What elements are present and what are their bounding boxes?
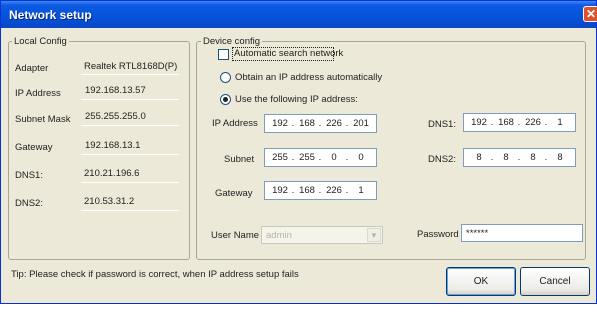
- password-value: ******: [466, 228, 489, 239]
- username-dropdown-button[interactable]: ▼: [367, 228, 381, 242]
- tip-text: Tip: Please check if password is correct…: [11, 269, 299, 280]
- device-dns2-input[interactable]: 8 . 8 . 8 . 8: [463, 148, 576, 167]
- dns2-octet-2: 8: [503, 152, 509, 163]
- username-value: admin: [266, 230, 292, 241]
- gateway-dot: .: [345, 185, 349, 196]
- auto-search-label[interactable]: Automatic search network: [234, 48, 343, 59]
- dns2-octet-3: 8: [530, 152, 536, 163]
- subnet-dot: .: [291, 152, 295, 163]
- local-subnet-label: Subnet Mask: [15, 114, 71, 125]
- cancel-button-label: Cancel: [539, 276, 571, 287]
- subnet-dot: .: [318, 152, 322, 163]
- close-icon: ✕: [585, 7, 597, 21]
- gateway-octet-1: 192: [272, 185, 288, 196]
- adapter-divider: [81, 74, 179, 75]
- ip-octet-2: 168: [299, 118, 315, 129]
- window-title: Network setup: [9, 8, 92, 22]
- adapter-value: Realtek RTL8168D(P): [84, 61, 178, 72]
- dns2-octet-1: 8: [476, 152, 482, 163]
- chevron-down-icon: ▼: [370, 230, 378, 240]
- device-gateway-input[interactable]: 192 . 168 . 226 . 1: [264, 181, 377, 200]
- local-subnet-divider: [81, 125, 179, 126]
- ip-octet-1: 192: [272, 118, 288, 129]
- dns1-dot: .: [517, 117, 521, 128]
- local-config-title: Local Config: [12, 36, 69, 47]
- device-dns2-label: DNS2:: [428, 154, 456, 165]
- local-dns1-label: DNS1:: [15, 170, 43, 181]
- device-subnet-input[interactable]: 255 . 255 . 0 . 0: [264, 148, 377, 167]
- gateway-octet-3: 226: [326, 185, 342, 196]
- dns2-dot: .: [517, 152, 521, 163]
- local-gateway-label: Gateway: [15, 142, 53, 153]
- auto-search-checkbox[interactable]: [218, 49, 229, 60]
- dns1-octet-2: 168: [498, 117, 514, 128]
- dns1-dot: .: [544, 117, 548, 128]
- device-dns1-input[interactable]: 192 . 168 . 226 . 1: [463, 113, 576, 132]
- dns1-octet-1: 192: [471, 117, 487, 128]
- subnet-octet-3: 0: [331, 152, 337, 163]
- ip-dot: .: [291, 118, 295, 129]
- local-dns2-label: DNS2:: [15, 198, 43, 209]
- use-following-ip-label[interactable]: Use the following IP address:: [235, 94, 358, 105]
- device-ip-input[interactable]: 192 . 168 . 226 . 201: [264, 114, 377, 133]
- subnet-octet-2: 255: [299, 152, 315, 163]
- local-subnet-value: 255.255.255.0: [85, 111, 146, 122]
- local-ip-value: 192.168.13.57: [85, 85, 146, 96]
- ip-octet-4: 201: [353, 118, 369, 129]
- local-ip-divider: [81, 99, 179, 100]
- local-dns2-divider: [81, 210, 179, 211]
- gateway-dot: .: [291, 185, 295, 196]
- ip-dot: .: [318, 118, 322, 129]
- device-ip-label: IP Address: [212, 118, 258, 129]
- password-label: Password: [417, 229, 459, 240]
- local-dns1-divider: [81, 182, 179, 183]
- obtain-ip-auto-radio[interactable]: [220, 72, 231, 83]
- device-dns1-label: DNS1:: [428, 119, 456, 130]
- gateway-octet-2: 168: [299, 185, 315, 196]
- dns2-octet-4: 8: [557, 152, 563, 163]
- obtain-ip-auto-label[interactable]: Obtain an IP address automatically: [235, 72, 382, 83]
- dns1-octet-3: 226: [525, 117, 541, 128]
- subnet-octet-1: 255: [272, 152, 288, 163]
- username-label: User Name: [211, 230, 260, 241]
- local-dns1-value: 210.21.196.6: [84, 168, 140, 179]
- adapter-label: Adapter: [15, 63, 49, 74]
- use-following-ip-radio[interactable]: [220, 94, 231, 105]
- device-config-title: Device config: [201, 36, 263, 47]
- subnet-octet-4: 0: [358, 152, 364, 163]
- gateway-dot: .: [318, 185, 322, 196]
- ip-octet-3: 226: [326, 118, 342, 129]
- network-setup-dialog: Network setup ✕ Local Config Adapter Rea…: [0, 0, 597, 304]
- cancel-button[interactable]: Cancel: [520, 267, 590, 296]
- ok-button-label: OK: [473, 276, 489, 287]
- password-field[interactable]: ******: [461, 224, 583, 242]
- title-bar[interactable]: Network setup: [1, 1, 596, 28]
- local-dns2-value: 210.53.31.2: [84, 196, 135, 207]
- ok-button[interactable]: OK: [446, 267, 516, 296]
- device-subnet-label: Subnet: [224, 154, 255, 165]
- dns1-octet-4: 1: [557, 117, 563, 128]
- local-gateway-divider: [81, 154, 179, 155]
- subnet-dot: .: [345, 152, 349, 163]
- local-gateway-value: 192.168.13.1: [85, 140, 141, 151]
- close-button[interactable]: ✕: [583, 6, 597, 22]
- dns2-dot: .: [544, 152, 548, 163]
- device-gateway-label: Gateway: [215, 188, 253, 199]
- ip-dot: .: [345, 118, 349, 129]
- username-select[interactable]: admin ▼: [261, 226, 383, 244]
- gateway-octet-4: 1: [358, 185, 364, 196]
- local-ip-label: IP Address: [15, 88, 61, 99]
- dns2-dot: .: [490, 152, 494, 163]
- dns1-dot: .: [490, 117, 494, 128]
